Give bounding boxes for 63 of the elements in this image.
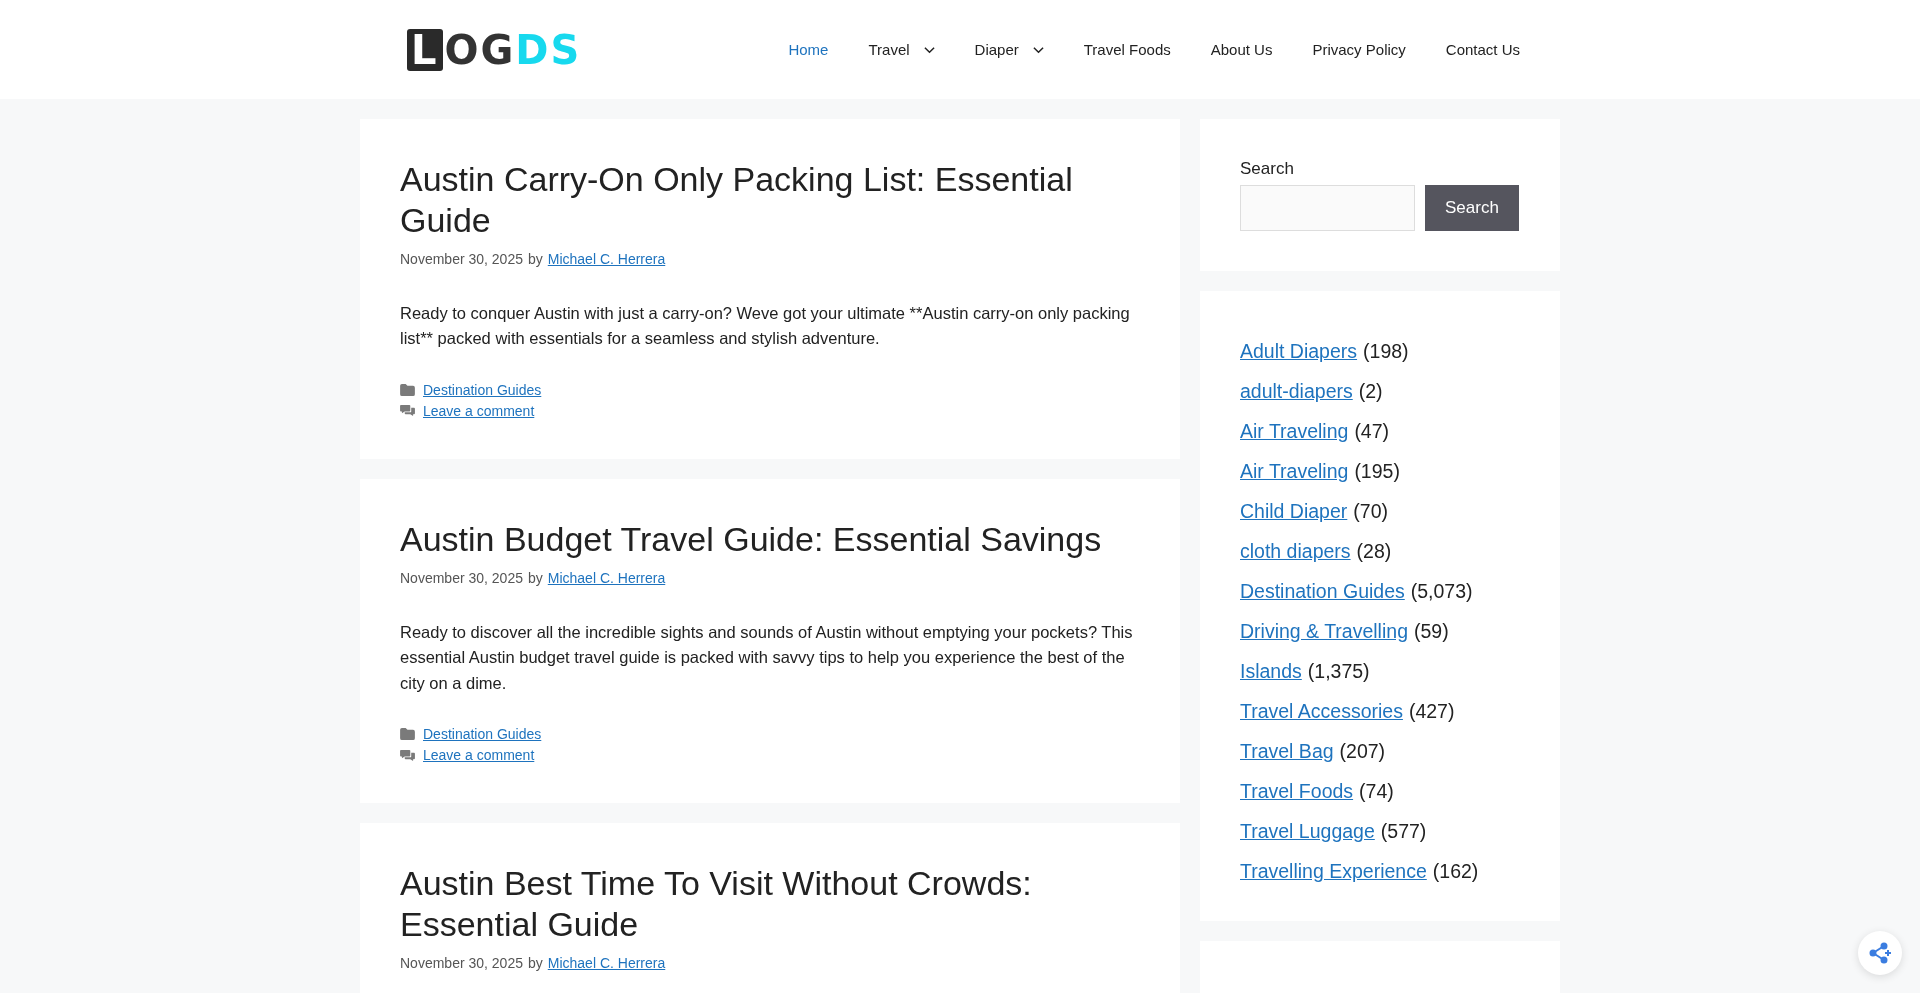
post-date: November 30, 2025 — [400, 954, 523, 971]
category-count: (74) — [1359, 779, 1394, 804]
post-title[interactable]: Austin Best Time To Visit Without Crowds: Essential Guide — [400, 863, 1140, 945]
nav-link[interactable]: Privacy Policy — [1292, 41, 1426, 58]
search-button[interactable]: Search — [1425, 185, 1519, 231]
comment-link[interactable]: Leave a comment — [423, 402, 535, 419]
author-link[interactable]: Michael C. Herrera — [547, 569, 666, 586]
nav-link[interactable]: Diaper — [954, 41, 1064, 58]
category-count: (198) — [1363, 339, 1409, 364]
search-field[interactable] — [1240, 185, 1415, 231]
category-link[interactable]: Travel Luggage — [1240, 811, 1375, 851]
category-link[interactable]: Travel Accessories — [1240, 691, 1403, 731]
category-count: (70) — [1353, 499, 1388, 524]
search-label: Search — [1240, 159, 1295, 179]
category-link[interactable]: Travelling Experience — [1240, 851, 1427, 891]
category-link[interactable]: Destination Guides — [423, 726, 542, 743]
category-link[interactable]: adult-diapers — [1240, 371, 1353, 411]
category-link[interactable]: Adult Diapers — [1240, 331, 1358, 371]
category-count: (1,375) — [1307, 659, 1370, 684]
category-link[interactable]: Destination Guides — [423, 381, 542, 398]
category-count: (162) — [1432, 859, 1479, 884]
post-title[interactable]: Austin Budget Travel Guide: Essential Savings — [400, 518, 1140, 560]
nav-link[interactable]: Contact Us — [1425, 41, 1540, 58]
category-count: (47) — [1354, 419, 1390, 444]
comments-icon — [400, 404, 415, 418]
category-link[interactable]: Driving & Travelling — [1240, 611, 1408, 651]
comments-icon — [400, 748, 415, 762]
post-excerpt: Ready to discover all the incredible sights and sounds of Austin without emptying your pockets? This essential Austin budget travel guide is packed with savvy tips to help you experience the best of the city on a dime. — [400, 621, 1134, 694]
category-count: (28) — [1356, 539, 1392, 564]
nav-link[interactable]: Home — [768, 41, 849, 58]
nav-link[interactable]: Travel — [848, 41, 955, 58]
nav-link[interactable]: About Us — [1190, 41, 1293, 58]
byline: by — [527, 954, 543, 971]
share-icon — [1868, 941, 1892, 965]
site-logo[interactable]: L OGDS — [407, 26, 582, 73]
byline: by — [527, 250, 543, 267]
post-date: November 30, 2025 — [400, 569, 523, 586]
author-link[interactable]: Michael C. Herrera — [547, 250, 666, 267]
category-link[interactable]: Child Diaper — [1240, 491, 1348, 531]
category-link[interactable]: Destination Guides — [1240, 571, 1405, 611]
category-count: (2) — [1358, 379, 1383, 404]
byline: by — [527, 569, 543, 586]
folder-icon — [400, 383, 415, 396]
share-button[interactable] — [1858, 931, 1902, 975]
category-link[interactable]: Travel Foods — [1240, 771, 1354, 811]
category-count: (207) — [1339, 739, 1386, 764]
comment-link[interactable]: Leave a comment — [423, 747, 535, 764]
category-link[interactable]: Travel Bag — [1240, 731, 1334, 771]
category-link[interactable]: Air Traveling — [1240, 451, 1349, 491]
category-count: (5,073) — [1410, 579, 1473, 604]
author-link[interactable]: Michael C. Herrera — [547, 954, 666, 971]
category-link[interactable]: cloth diapers — [1240, 531, 1351, 571]
category-link[interactable]: Air Traveling — [1240, 411, 1349, 451]
category-count: (195) — [1354, 459, 1400, 484]
category-count: (59) — [1414, 619, 1449, 644]
folder-icon — [400, 728, 415, 741]
category-count: (577) — [1380, 819, 1427, 844]
post-excerpt: Ready to conquer Austin with just a carry-on? Weve got your ultimate **Austin carry-on only packing list** packed with essentials for a seamless and stylish adventure. — [400, 302, 1131, 350]
post-date: November 30, 2025 — [400, 250, 523, 267]
category-count: (427) — [1408, 699, 1455, 724]
category-link[interactable]: Islands — [1240, 651, 1302, 691]
post-title[interactable]: Austin Carry-On Only Packing List: Essential Guide — [400, 159, 1140, 241]
nav-link[interactable]: Travel Foods — [1063, 41, 1191, 58]
